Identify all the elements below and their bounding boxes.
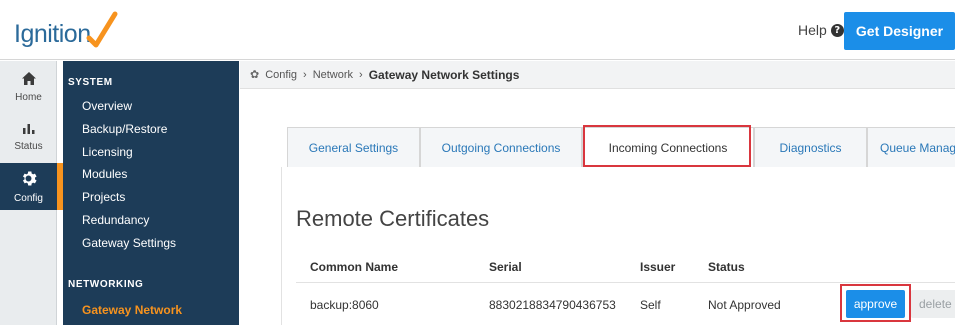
breadcrumb-network[interactable]: Network <box>313 69 353 81</box>
logo-check-icon <box>86 11 118 48</box>
home-icon <box>21 71 37 90</box>
tab-incoming-connections[interactable]: Incoming Connections <box>582 127 754 168</box>
icon-rail: Home Status Config <box>0 61 57 325</box>
help-label: Help <box>798 22 827 38</box>
breadcrumb-config[interactable]: Config <box>265 69 297 81</box>
chevron-right-icon: › <box>303 68 307 81</box>
help-question-icon: ? <box>830 23 844 37</box>
col-header-serial: Serial <box>489 260 522 274</box>
sidebar-item-gateway-settings[interactable]: Gateway Settings <box>82 236 176 250</box>
tab-general-settings[interactable]: General Settings <box>287 127 420 167</box>
sidebar-item-overview[interactable]: Overview <box>82 99 132 113</box>
breadcrumb-gear-icon: ✿ <box>250 69 260 81</box>
sidebar-item-gateway-network[interactable]: Gateway Network <box>82 303 182 317</box>
rail-status-label: Status <box>14 140 43 152</box>
get-designer-button[interactable]: Get Designer <box>844 12 955 50</box>
breadcrumb-current: Gateway Network Settings <box>368 67 520 82</box>
delete-button[interactable]: delete <box>911 290 955 318</box>
rail-item-status[interactable]: Status <box>0 113 57 158</box>
col-header-common-name: Common Name <box>310 260 399 274</box>
cell-serial: 8830218834790436753 <box>489 298 616 312</box>
ignition-logo[interactable]: Ignition <box>14 10 119 50</box>
sidebar-item-projects[interactable]: Projects <box>82 190 125 204</box>
section-title-networking: NETWORKING <box>68 279 144 290</box>
rail-item-home[interactable]: Home <box>0 64 57 109</box>
tab-diagnostics[interactable]: Diagnostics <box>754 127 867 167</box>
help-link[interactable]: Help ? <box>798 22 844 38</box>
cell-common-name: backup:8060 <box>310 298 379 312</box>
breadcrumb: ✿ Config › Network › Gateway Network Set… <box>240 61 955 89</box>
tab-outgoing-connections[interactable]: Outgoing Connections <box>420 127 582 167</box>
sidebar-item-licensing[interactable]: Licensing <box>82 145 133 159</box>
sidebar-item-redundancy[interactable]: Redundancy <box>82 213 149 227</box>
logo-text: Ignition <box>14 20 91 48</box>
side-nav: SYSTEM Overview Backup/Restore Licensing… <box>63 61 239 325</box>
col-header-issuer: Issuer <box>640 260 676 274</box>
sidebar-item-backup-restore[interactable]: Backup/Restore <box>82 122 167 136</box>
approve-button[interactable]: approve <box>846 290 905 318</box>
tab-bar: General Settings Outgoing Connections In… <box>287 127 955 168</box>
tab-queue-manager[interactable]: Queue Manage <box>867 127 955 167</box>
status-bars-icon <box>21 120 37 139</box>
top-header: Ignition Help ? Get Designer <box>0 0 955 60</box>
rail-config-label: Config <box>14 192 43 204</box>
sidebar-item-modules[interactable]: Modules <box>82 167 127 181</box>
chevron-right-icon: › <box>359 68 363 81</box>
gear-icon <box>20 170 37 191</box>
cell-issuer: Self <box>640 298 661 312</box>
cell-status: Not Approved <box>708 298 781 312</box>
table-divider <box>296 282 955 283</box>
page-title: Remote Certificates <box>296 206 490 231</box>
section-title-system: SYSTEM <box>68 77 113 88</box>
col-header-status: Status <box>708 260 745 274</box>
rail-home-label: Home <box>15 91 42 103</box>
rail-item-config[interactable]: Config <box>0 163 57 210</box>
